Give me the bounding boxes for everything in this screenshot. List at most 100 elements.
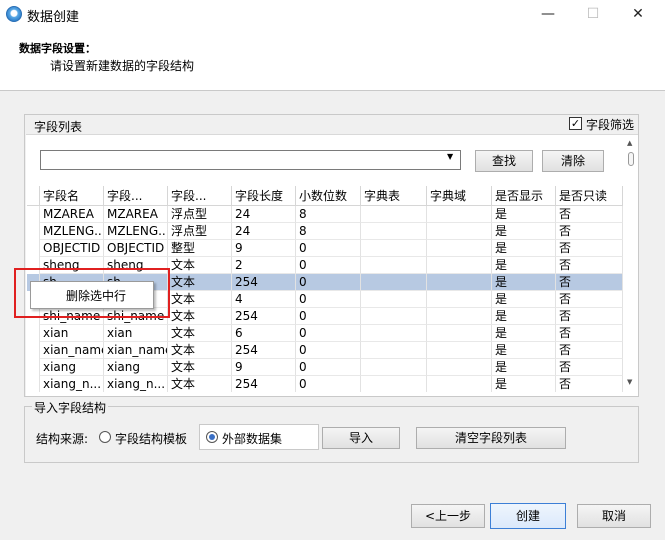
column-header[interactable]: 是否只读 (556, 186, 623, 206)
minimize-button[interactable]: — (531, 3, 565, 25)
table-cell[interactable]: 否 (556, 291, 623, 308)
table-cell[interactable]: 0 (296, 325, 361, 342)
cancel-button[interactable]: 取消 (577, 504, 651, 528)
external-dataset-radio-label[interactable]: 外部数据集 (222, 430, 282, 447)
table-cell[interactable]: 否 (556, 274, 623, 291)
table-cell[interactable]: 文本 (168, 308, 232, 325)
table-cell[interactable]: 否 (556, 376, 623, 392)
table-cell[interactable] (361, 376, 427, 392)
table-cell[interactable]: 254 (232, 342, 296, 359)
table-cell[interactable]: 254 (232, 274, 296, 291)
table-cell[interactable] (427, 342, 492, 359)
column-header[interactable]: 小数位数 (296, 186, 361, 206)
field-filter-checkbox[interactable]: ✓ (569, 117, 582, 130)
table-cell[interactable]: 否 (556, 257, 623, 274)
scrollbar-thumb[interactable] (628, 152, 634, 166)
create-button[interactable]: 创建 (490, 503, 566, 529)
row-header[interactable] (27, 342, 40, 359)
close-button[interactable]: ✕ (621, 3, 655, 25)
chevron-down-icon[interactable]: ▼ (447, 152, 453, 161)
template-radio[interactable] (99, 431, 111, 443)
table-cell[interactable]: 8 (296, 223, 361, 240)
table-cell[interactable]: 否 (556, 308, 623, 325)
row-header[interactable] (27, 223, 40, 240)
table-cell[interactable] (361, 342, 427, 359)
table-row[interactable]: OBJECTID OBJECTID 整型 9 0 是否 (27, 240, 623, 257)
table-cell[interactable]: 是 (492, 274, 556, 291)
table-cell[interactable]: 文本 (168, 274, 232, 291)
table-cell[interactable]: MZLENG... (104, 223, 168, 240)
scroll-down-icon[interactable]: ▼ (627, 378, 632, 386)
table-cell[interactable]: xiang_n... (40, 376, 104, 392)
table-cell[interactable]: xian_name (40, 342, 104, 359)
table-cell[interactable]: 254 (232, 308, 296, 325)
import-button[interactable]: 导入 (322, 427, 400, 449)
table-cell[interactable]: 文本 (168, 342, 232, 359)
table-cell[interactable]: OBJECTID (40, 240, 104, 257)
table-cell[interactable]: 0 (296, 308, 361, 325)
scroll-up-icon[interactable]: ▲ (627, 139, 632, 147)
table-cell[interactable]: 否 (556, 240, 623, 257)
row-header[interactable] (27, 206, 40, 223)
table-cell[interactable] (427, 308, 492, 325)
field-filter-label[interactable]: 字段筛选 (586, 116, 634, 133)
table-cell[interactable]: 否 (556, 359, 623, 376)
row-header[interactable] (27, 325, 40, 342)
table-cell[interactable] (361, 223, 427, 240)
table-cell[interactable]: 24 (232, 206, 296, 223)
table-cell[interactable]: 0 (296, 274, 361, 291)
search-combobox[interactable] (40, 150, 461, 170)
table-cell[interactable]: 是 (492, 359, 556, 376)
table-cell[interactable]: 文本 (168, 257, 232, 274)
table-cell[interactable]: 是 (492, 206, 556, 223)
table-cell[interactable]: 浮点型 (168, 206, 232, 223)
table-cell[interactable]: 是 (492, 376, 556, 392)
table-cell[interactable]: 是 (492, 223, 556, 240)
table-row[interactable]: xiang xiang 文本 9 0 是否 (27, 359, 623, 376)
column-header[interactable]: 字典表 (361, 186, 427, 206)
table-cell[interactable]: 4 (232, 291, 296, 308)
table-cell[interactable]: xian (104, 325, 168, 342)
external-dataset-radio[interactable] (206, 431, 218, 443)
table-cell[interactable]: 9 (232, 240, 296, 257)
column-header[interactable]: 是否显示 (492, 186, 556, 206)
row-header[interactable] (27, 376, 40, 392)
table-cell[interactable] (361, 274, 427, 291)
previous-step-button[interactable]: <上一步 (411, 504, 485, 528)
clear-button[interactable]: 清除 (542, 150, 604, 172)
table-cell[interactable] (427, 223, 492, 240)
table-cell[interactable]: 否 (556, 223, 623, 240)
table-cell[interactable]: 否 (556, 206, 623, 223)
table-cell[interactable]: 是 (492, 342, 556, 359)
table-cell[interactable]: 整型 (168, 240, 232, 257)
table-cell[interactable]: 是 (492, 325, 556, 342)
table-cell[interactable]: 是 (492, 240, 556, 257)
table-cell[interactable]: 254 (232, 376, 296, 392)
table-cell[interactable] (427, 325, 492, 342)
table-cell[interactable] (361, 308, 427, 325)
table-cell[interactable]: 文本 (168, 376, 232, 392)
clear-field-list-button[interactable]: 清空字段列表 (416, 427, 566, 449)
table-cell[interactable]: MZLENG... (40, 223, 104, 240)
table-cell[interactable] (427, 376, 492, 392)
table-cell[interactable]: 0 (296, 342, 361, 359)
row-header[interactable] (27, 240, 40, 257)
table-cell[interactable] (427, 240, 492, 257)
table-cell[interactable]: 6 (232, 325, 296, 342)
table-cell[interactable] (361, 240, 427, 257)
maximize-button[interactable]: ☐ (576, 3, 610, 25)
table-cell[interactable] (361, 206, 427, 223)
column-header[interactable]: 字典域 (427, 186, 492, 206)
table-cell[interactable]: xiang (104, 359, 168, 376)
table-cell[interactable]: 8 (296, 206, 361, 223)
table-cell[interactable]: 文本 (168, 359, 232, 376)
table-cell[interactable]: 0 (296, 359, 361, 376)
table-cell[interactable] (361, 359, 427, 376)
vertical-scrollbar[interactable] (624, 150, 638, 386)
table-cell[interactable] (361, 325, 427, 342)
table-cell[interactable] (427, 359, 492, 376)
table-row[interactable]: MZAREA MZAREA 浮点型 24 8 是否 (27, 206, 623, 223)
table-cell[interactable] (427, 206, 492, 223)
table-cell[interactable]: xian_name (104, 342, 168, 359)
table-cell[interactable]: 文本 (168, 291, 232, 308)
